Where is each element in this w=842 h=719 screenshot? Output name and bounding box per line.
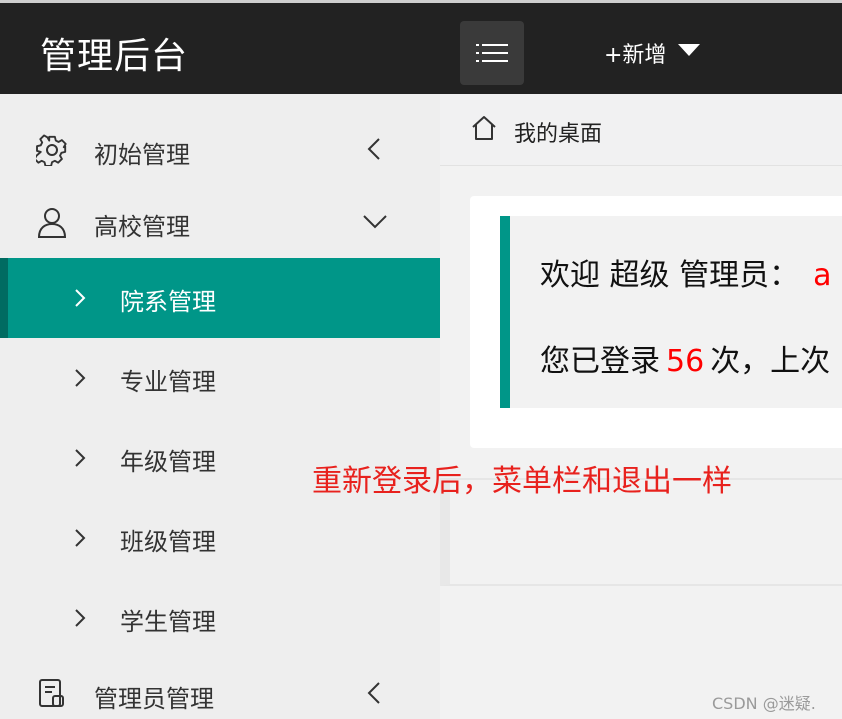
username-text: a: [813, 258, 832, 293]
add-new-dropdown[interactable]: +新增: [604, 37, 701, 69]
login-suffix-text: 次，上次: [710, 344, 831, 379]
sidebar-subitem-label: 班级管理: [120, 528, 216, 556]
chevron-right-icon: [75, 449, 86, 467]
sidebar-subitem-student[interactable]: 学生管理: [0, 578, 440, 658]
login-prefix-text: 您已登录: [540, 344, 660, 379]
welcome-line: 欢迎 超级 管理员： a: [540, 250, 831, 294]
gear-icon: [36, 134, 67, 166]
welcome-greeting: 欢迎 超级 管理员：: [540, 258, 800, 293]
sidebar-subitem-class[interactable]: 班级管理: [0, 498, 440, 578]
user-icon: [37, 208, 67, 238]
tab-bar: 我的桌面: [440, 94, 842, 166]
top-bar: 管理后台 +新增: [0, 0, 842, 94]
welcome-quote-block: 欢迎 超级 管理员： a 您已登录 56 次，上次: [500, 216, 842, 408]
chevron-down-icon: [363, 215, 387, 229]
caret-down-icon: [678, 44, 701, 56]
welcome-card: 欢迎 超级 管理员： a 您已登录 56 次，上次: [470, 196, 842, 448]
login-count-line: 您已登录 56 次，上次: [540, 336, 830, 380]
login-count-value: 56: [666, 344, 705, 379]
list-menu-icon: [476, 44, 508, 62]
app-logo: 管理后台: [40, 36, 189, 77]
menu-toggle-button[interactable]: [460, 21, 524, 85]
add-new-label: +新增: [604, 43, 667, 68]
annotation-text: 重新登录后，菜单栏和退出一样: [312, 464, 732, 499]
chevron-left-icon: [367, 682, 380, 704]
main-content: 欢迎 超级 管理员： a 您已登录 56 次，上次: [440, 166, 842, 719]
sidebar-subitem-label: 学生管理: [120, 608, 216, 636]
sidebar-subitem-label: 院系管理: [120, 288, 216, 316]
sidebar-subitem-label: 专业管理: [120, 368, 216, 396]
chevron-right-icon: [75, 289, 86, 307]
chevron-right-icon: [75, 369, 86, 387]
chevron-left-icon: [367, 138, 380, 160]
chevron-right-icon: [75, 609, 86, 627]
sidebar-item-initial-management[interactable]: 初始管理: [0, 116, 440, 188]
breadcrumb-my-desktop[interactable]: 我的桌面: [514, 116, 602, 148]
sidebar-subitem-major[interactable]: 专业管理: [0, 338, 440, 418]
sidebar-item-label: 高校管理: [94, 213, 190, 241]
chevron-right-icon: [75, 529, 86, 547]
sidebar-subitem-department[interactable]: 院系管理: [0, 258, 440, 338]
watermark-text: CSDN @迷疑.: [712, 694, 816, 713]
sidebar-subitem-label: 年级管理: [120, 448, 216, 476]
sidebar-item-label: 初始管理: [94, 141, 190, 169]
sidebar: 初始管理 高校管理 院系管理 专业管理 年级管理 班级管理 学生管理 管理员管理: [0, 94, 440, 719]
sidebar-item-label: 管理员管理: [94, 685, 214, 713]
sidebar-item-admin-management[interactable]: 管理员管理: [0, 660, 440, 719]
sidebar-item-university-management[interactable]: 高校管理: [0, 188, 440, 260]
admin-doc-icon: [39, 679, 64, 707]
home-icon: [472, 116, 496, 140]
